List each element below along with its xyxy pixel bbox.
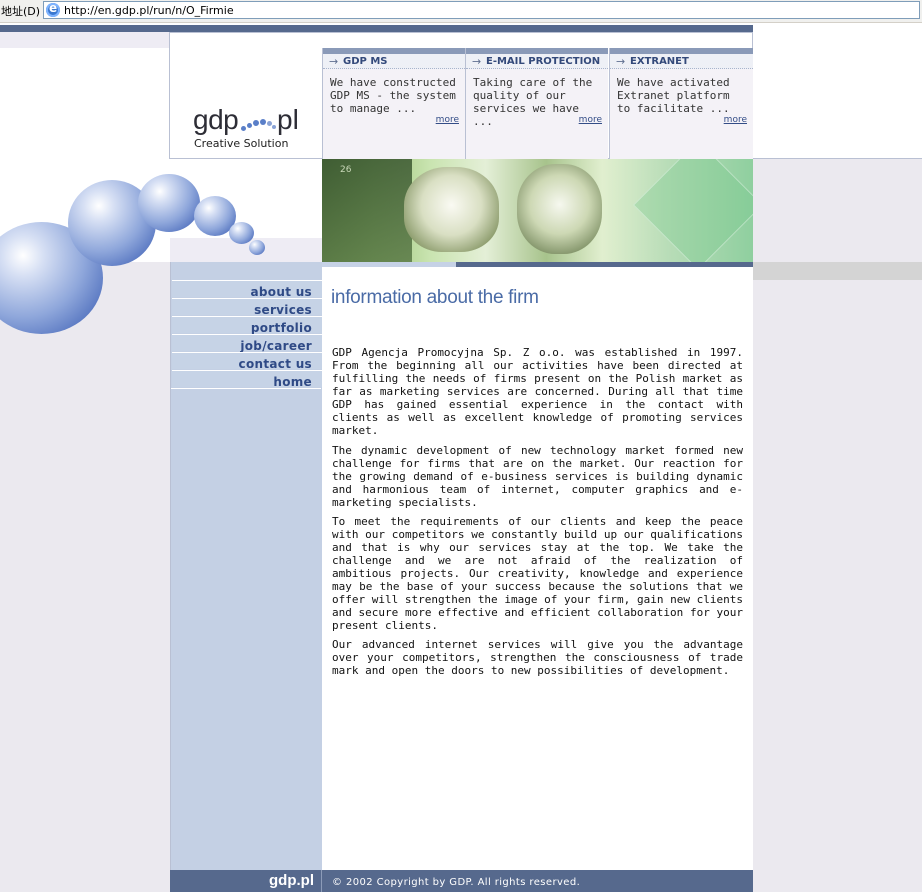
nav-portfolio[interactable]: portfolio	[172, 316, 322, 335]
nav-about-us[interactable]: about us	[172, 280, 322, 299]
arrow-right-icon: →	[329, 55, 339, 68]
news-header: → E-MAIL PROTECTION	[466, 48, 608, 69]
nav-label[interactable]: job/career	[240, 339, 322, 353]
logo-dot	[241, 126, 246, 131]
address-input[interactable]: http://en.gdp.pl/run/n/O_Firmie	[43, 1, 920, 19]
header-photo: 26	[322, 159, 753, 262]
paragraph: To meet the requirements of our clients …	[332, 515, 743, 632]
logo-tagline: Creative Solution	[194, 137, 289, 150]
logo-dot	[260, 119, 266, 125]
top-strip	[0, 25, 753, 32]
news-more-link[interactable]: more	[579, 115, 602, 125]
page-title: information about the firm	[331, 287, 539, 308]
photo-diamond-shape	[632, 159, 753, 262]
news-title: EXTRANET	[630, 56, 689, 67]
photo-number: 26	[340, 165, 352, 175]
logo-dot	[247, 123, 252, 128]
logo-dot	[253, 120, 259, 126]
address-url[interactable]: http://en.gdp.pl/run/n/O_Firmie	[64, 4, 234, 17]
address-label: 地址(D)	[1, 5, 41, 18]
photo-shadow	[322, 159, 412, 262]
nav-job-career[interactable]: job/career	[172, 334, 322, 353]
arrow-right-icon: →	[616, 55, 626, 68]
paragraph: The dynamic development of new technolog…	[332, 444, 743, 509]
logo-text-gdp: gdp	[193, 104, 239, 135]
bubble-decoration	[138, 174, 200, 232]
sidebar: about us services portfolio job/career c…	[170, 262, 322, 870]
news-title: GDP MS	[343, 56, 388, 67]
news-header: → GDP MS	[323, 48, 465, 69]
footer-logo: gdp.pl	[269, 872, 314, 889]
ie-page-icon	[46, 1, 60, 17]
nav-label[interactable]: contact us	[239, 357, 322, 371]
nav-label[interactable]: services	[254, 303, 322, 317]
news-text: We have activated Extranet platform to f…	[617, 76, 730, 115]
nav-label[interactable]: about us	[251, 285, 322, 299]
footer-separator	[321, 870, 322, 892]
left-light-band	[0, 32, 170, 48]
news-more-link[interactable]: more	[724, 115, 747, 125]
footer-copyright: © 2002 Copyright by GDP. All rights rese…	[332, 877, 581, 888]
gdp-logo[interactable]: gdp pl	[193, 104, 313, 140]
nav-divider	[171, 388, 321, 389]
paragraph: Our advanced internet services will give…	[332, 638, 743, 677]
nav-label[interactable]: portfolio	[251, 321, 322, 335]
paragraph: GDP Agencja Promocyjna Sp. Z o.o. was es…	[332, 346, 743, 437]
address-bar: 地址(D) http://en.gdp.pl/run/n/O_Firmie	[0, 0, 922, 23]
news-box-extranet: → EXTRANET We have activated Extranet pl…	[609, 48, 753, 159]
nav-home[interactable]: home	[172, 370, 322, 389]
news-header: → EXTRANET	[610, 48, 753, 69]
left-background	[0, 262, 170, 892]
nav-contact-us[interactable]: contact us	[172, 352, 322, 371]
right-grey-band	[753, 262, 922, 280]
news-more-link[interactable]: more	[436, 115, 459, 125]
bubble-decoration	[229, 222, 254, 244]
news-box-email-protection: → E-MAIL PROTECTION Taking care of the q…	[465, 48, 608, 159]
arrow-right-icon: →	[472, 55, 482, 68]
news-title: E-MAIL PROTECTION	[486, 56, 601, 67]
photo-woman	[404, 167, 499, 252]
news-text: We have constructed GDP MS - the system …	[330, 76, 456, 115]
photo-man	[517, 164, 602, 254]
bubble-decoration	[249, 240, 265, 255]
news-box-gdp-ms: → GDP MS We have constructed GDP MS - th…	[322, 48, 465, 159]
logo-dot	[272, 125, 276, 129]
logo-text-pl: pl	[277, 104, 299, 135]
nav-label[interactable]: home	[273, 375, 322, 389]
header-divider	[753, 158, 922, 159]
nav-services[interactable]: services	[172, 298, 322, 317]
